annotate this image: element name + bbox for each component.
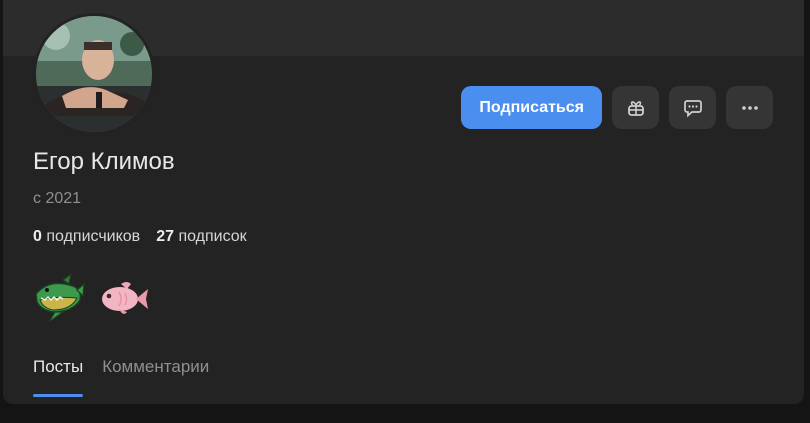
following-count: 27 xyxy=(156,228,174,245)
tab-posts[interactable]: Посты xyxy=(33,357,84,397)
profile-name: Егор Климов xyxy=(33,148,175,175)
message-icon xyxy=(683,99,702,117)
profile-card: Подписаться Егор Климов с 2021 0 подписч… xyxy=(3,0,804,404)
avatar[interactable] xyxy=(33,13,155,135)
badge-list xyxy=(33,272,149,324)
avatar-photo xyxy=(36,16,152,132)
gift-icon xyxy=(627,100,644,116)
gift-button[interactable] xyxy=(612,86,659,129)
profile-tabs: Посты Комментарии xyxy=(33,357,209,397)
followers-count: 0 xyxy=(33,228,42,245)
registration-year: с 2021 xyxy=(33,190,82,207)
message-button[interactable] xyxy=(669,86,716,129)
followers-label: подписчиков xyxy=(46,228,141,245)
following-link[interactable]: 27 подписок xyxy=(156,228,246,246)
more-button[interactable] xyxy=(726,86,773,129)
profile-actions: Подписаться xyxy=(461,86,773,129)
followers-link[interactable]: 0 подписчиков xyxy=(33,228,140,246)
fish-badge[interactable] xyxy=(97,272,149,324)
profile-stats: 0 подписчиков 27 подписок xyxy=(33,228,247,246)
tab-comments[interactable]: Комментарии xyxy=(102,357,209,397)
shark-badge[interactable] xyxy=(33,272,85,324)
subscribe-button[interactable]: Подписаться xyxy=(461,86,602,129)
more-icon xyxy=(741,105,758,110)
following-label: подписок xyxy=(178,228,247,245)
